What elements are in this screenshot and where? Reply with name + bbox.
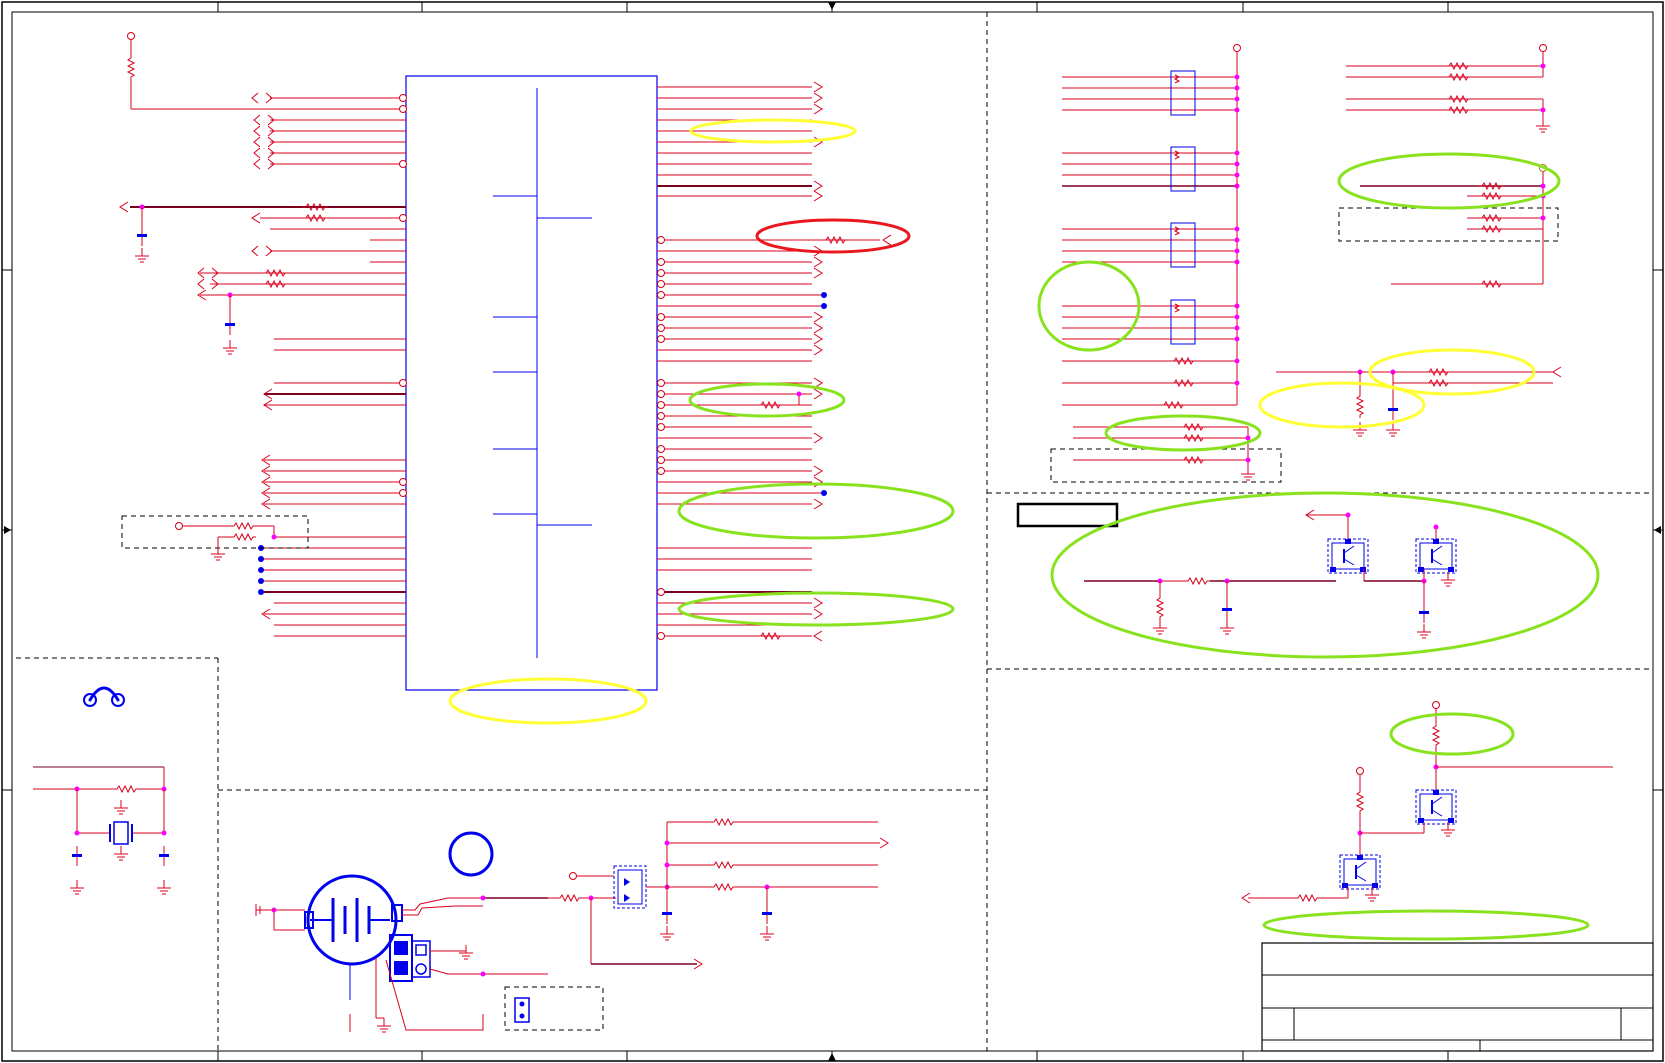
- section-dividers: [16, 12, 1653, 1051]
- ic-left-pins: [200, 97, 406, 637]
- headphone-jack: [83, 686, 125, 707]
- schematic-sheet: [1, 1, 1664, 1062]
- transistor-stage-bottom: [1241, 701, 1613, 904]
- main-ic: [405, 75, 658, 691]
- jumper-box: [504, 986, 604, 1031]
- drawing-border: [1, 1, 1664, 1062]
- right-net-arrows: [813, 81, 892, 642]
- highlight-annotations-center: [448, 118, 955, 725]
- left-filter-components: [134, 203, 329, 355]
- battery-holder: [255, 874, 548, 1033]
- highlight-annotations-right-mid: [1050, 491, 1600, 659]
- ic-right-pins: [657, 86, 880, 637]
- right-center-arrow: [1654, 526, 1661, 534]
- highlight-annotations-right-bottom: [1262, 712, 1590, 941]
- power-switch-circuit: [548, 818, 889, 970]
- blue-circle-marker: [448, 831, 494, 877]
- bottom-center-arrow: [828, 1053, 836, 1061]
- top-center-arrow: [828, 2, 836, 10]
- highlight-annotations-right-top: [1037, 152, 1561, 452]
- title-block: [1261, 942, 1654, 1052]
- pullup-network-right: [1338, 44, 1559, 288]
- transistor-stage-mid: [1016, 502, 1457, 639]
- left-center-arrow: [4, 526, 11, 534]
- crystal-oscillator: [33, 766, 172, 895]
- left-option-box: [121, 515, 309, 561]
